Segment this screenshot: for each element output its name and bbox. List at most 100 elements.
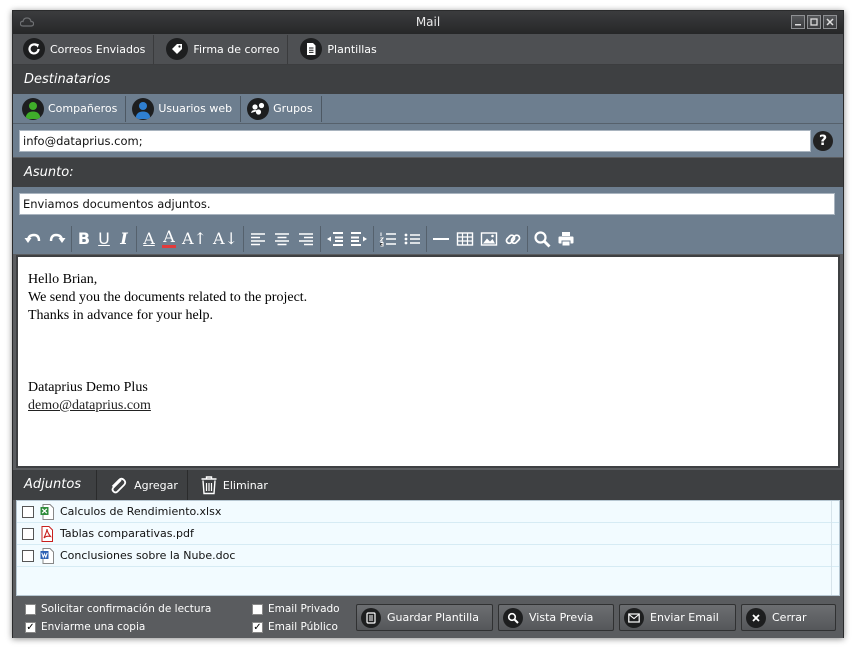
- top-toolbar: Correos Enviados Firma de correo Plantil…: [13, 34, 843, 65]
- help-icon[interactable]: ?: [813, 131, 833, 151]
- attachment-row[interactable]: Conclusiones sobre la Nube.doc: [17, 545, 839, 567]
- insert-group: [427, 225, 528, 252]
- color-size-group: A A A↑ A↓: [137, 225, 244, 252]
- send-copy-label: Enviarme una copia: [41, 621, 146, 633]
- attachment-row[interactable]: Calculos de Rendimiento.xlsx: [17, 501, 839, 523]
- increase-font-icon[interactable]: A↑: [182, 229, 207, 249]
- align-left-icon[interactable]: [249, 230, 267, 248]
- table-icon[interactable]: [456, 230, 474, 248]
- read-receipt-checkbox[interactable]: [25, 603, 36, 615]
- attachments-scrollbar[interactable]: [831, 501, 839, 595]
- add-attachment-button[interactable]: Agregar: [97, 470, 188, 500]
- close-circle-icon: [746, 607, 766, 628]
- word-file-icon: [40, 547, 54, 564]
- web-users-label: Usuarios web: [158, 102, 233, 115]
- message-editor[interactable]: Hello Brian, We send you the documents r…: [16, 255, 840, 468]
- template-icon: [361, 607, 381, 628]
- private-email-option[interactable]: Email Privado: [252, 603, 340, 615]
- public-email-checkbox[interactable]: ✓: [252, 621, 263, 633]
- close-window-button[interactable]: [823, 15, 837, 29]
- maximize-button[interactable]: [807, 15, 821, 29]
- italic-icon[interactable]: I: [117, 229, 131, 249]
- person-blue-icon: [132, 97, 155, 120]
- cloud-icon: [20, 17, 34, 27]
- attachment-checkbox[interactable]: [22, 527, 34, 540]
- envelope-icon: [624, 607, 644, 628]
- attachment-name: Tablas comparativas.pdf: [60, 527, 194, 540]
- magnifier-icon: [503, 607, 523, 628]
- bullet-list-icon[interactable]: [403, 230, 421, 248]
- signature-button[interactable]: Firma de correo: [154, 34, 289, 64]
- undo-icon[interactable]: [24, 230, 42, 248]
- pdf-file-icon: [41, 525, 53, 542]
- send-email-label: Enviar Email: [650, 611, 719, 624]
- list-group: [374, 225, 427, 252]
- decrease-font-icon[interactable]: A↓: [213, 229, 238, 249]
- attachment-checkbox[interactable]: [22, 505, 34, 518]
- horizontal-rule-icon[interactable]: [432, 230, 450, 248]
- mail-window: Mail Correos Enviados Firma de correo Pl…: [12, 10, 844, 638]
- align-group: [244, 225, 321, 252]
- indent-icon[interactable]: [350, 230, 368, 248]
- recipients-toolbar: Compañeros Usuarios web Grupos: [13, 94, 843, 124]
- person-green-icon: [22, 97, 44, 120]
- font-color-icon[interactable]: A: [142, 229, 156, 249]
- minimize-icon: [795, 24, 801, 26]
- signature-email-link[interactable]: demo@dataprius.com: [28, 398, 151, 413]
- attachment-checkbox[interactable]: [22, 549, 34, 562]
- send-copy-option[interactable]: ✓ Enviarme una copia: [25, 621, 145, 633]
- body-line: We send you the documents related to the…: [28, 290, 308, 305]
- public-email-option[interactable]: ✓ Email Público: [252, 621, 338, 633]
- add-attachment-label: Agregar: [134, 478, 178, 492]
- send-email-button[interactable]: Enviar Email: [619, 604, 736, 631]
- format-toolbar: B U I A A A↑ A↓: [13, 223, 843, 254]
- read-receipt-option[interactable]: Solicitar confirmación de lectura: [25, 603, 211, 615]
- refresh-icon: [23, 38, 45, 60]
- sent-mail-button[interactable]: Correos Enviados: [19, 34, 155, 64]
- outdent-icon[interactable]: [326, 230, 344, 248]
- title-bar: Mail: [13, 11, 843, 34]
- bold-icon[interactable]: B: [77, 229, 91, 249]
- templates-label: Plantillas: [327, 42, 377, 56]
- read-receipt-label: Solicitar confirmación de lectura: [41, 603, 212, 615]
- highlight-color-icon[interactable]: A: [162, 229, 176, 248]
- subject-input[interactable]: Enviamos documentos adjuntos.: [19, 193, 835, 215]
- templates-button[interactable]: Plantillas: [288, 35, 384, 64]
- minimize-button[interactable]: [791, 15, 805, 29]
- web-users-button[interactable]: Usuarios web: [126, 95, 242, 122]
- colleagues-button[interactable]: Compañeros: [19, 95, 127, 122]
- align-center-icon[interactable]: [273, 230, 291, 248]
- public-email-label: Email Público: [268, 621, 338, 633]
- align-right-icon[interactable]: [297, 230, 315, 248]
- attachments-toolbar: Adjuntos Agregar Eliminar: [13, 470, 843, 500]
- history-group: [19, 225, 72, 252]
- send-copy-checkbox[interactable]: ✓: [25, 621, 36, 633]
- attachments-header: Adjuntos: [13, 470, 98, 500]
- body-line: Thanks in advance for your help.: [28, 308, 214, 323]
- print-icon[interactable]: [557, 230, 575, 248]
- search-icon[interactable]: [533, 230, 551, 248]
- delete-attachment-button[interactable]: Eliminar: [188, 470, 277, 500]
- attachments-list: Calculos de Rendimiento.xlsx Tablas comp…: [16, 500, 840, 596]
- subject-header: Asunto:: [13, 158, 843, 187]
- close-button[interactable]: Cerrar: [741, 604, 836, 631]
- groups-button[interactable]: Grupos: [241, 95, 322, 122]
- numbered-list-icon[interactable]: [379, 230, 397, 248]
- redo-icon[interactable]: [48, 230, 66, 248]
- close-icon: [826, 18, 834, 26]
- underline-icon[interactable]: U: [97, 229, 111, 249]
- image-icon[interactable]: [480, 230, 498, 248]
- body-line: Hello Brian,: [28, 272, 98, 287]
- preview-button[interactable]: Vista Previa: [498, 604, 614, 631]
- link-icon[interactable]: [504, 230, 522, 248]
- paperclip-icon: [111, 477, 127, 494]
- to-input[interactable]: info@dataprius.com;: [19, 130, 811, 152]
- colleagues-label: Compañeros: [48, 102, 118, 115]
- delete-attachment-label: Eliminar: [222, 478, 268, 492]
- private-email-checkbox[interactable]: [252, 603, 263, 615]
- attachment-row[interactable]: Tablas comparativas.pdf: [17, 523, 839, 545]
- excel-file-icon: [40, 503, 54, 520]
- to-row: info@dataprius.com; ?: [13, 124, 843, 157]
- save-template-button[interactable]: Guardar Plantilla: [356, 604, 493, 631]
- signature-name: Dataprius Demo Plus: [28, 380, 148, 395]
